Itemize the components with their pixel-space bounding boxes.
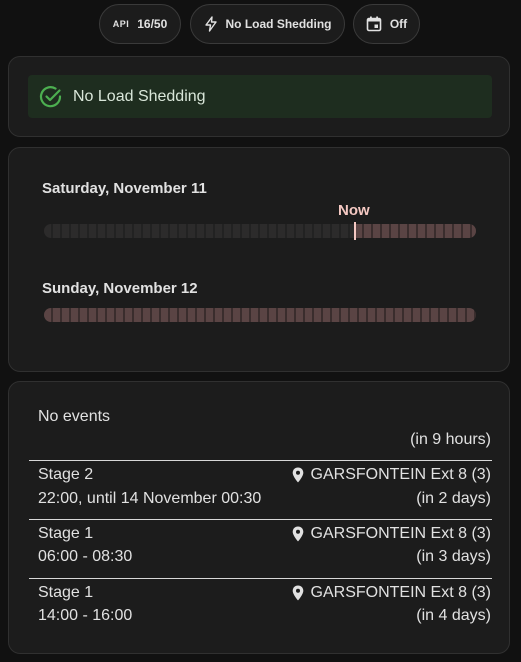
- status-chip-label: No Load Shedding: [225, 17, 332, 31]
- calendar-icon: [366, 16, 382, 32]
- event-in: (in 2 days): [416, 490, 491, 507]
- map-pin-icon: [292, 585, 304, 601]
- event-time: 14:00 - 16:00: [38, 607, 133, 624]
- status-chip[interactable]: No Load Shedding: [190, 4, 345, 44]
- now-marker: [354, 222, 356, 240]
- timeline-past-segment: [44, 224, 355, 238]
- map-pin-icon: [292, 467, 304, 483]
- timeline-bar-sunday: [44, 308, 476, 322]
- event-area: GARSFONTEIN Ext 8 (3): [292, 525, 491, 543]
- now-label: Now: [338, 202, 370, 219]
- event-stage: Stage 2: [38, 466, 94, 483]
- divider: [29, 578, 492, 579]
- events-card: No events (in 9 hours) Stage 2 GARSFONTE…: [8, 381, 510, 654]
- event-in: (in 3 days): [416, 548, 491, 565]
- api-icon: API: [112, 19, 130, 29]
- timeline-future-segment: [355, 224, 476, 238]
- event-stage: Stage 1: [38, 584, 94, 601]
- event-area-label: GARSFONTEIN Ext 8 (3): [310, 525, 491, 542]
- next-event-in: (in 9 hours): [410, 431, 491, 448]
- lightning-icon: [204, 16, 218, 32]
- divider: [29, 460, 492, 461]
- calendar-chip[interactable]: Off: [353, 4, 420, 44]
- day-label-saturday: Saturday, November 11: [42, 180, 207, 197]
- status-alert: No Load Shedding: [28, 75, 492, 118]
- status-card: No Load Shedding: [8, 56, 510, 137]
- chips-bar: API 16/50 No Load Shedding Off: [0, 4, 521, 46]
- event-in: (in 4 days): [416, 607, 491, 624]
- status-alert-text: No Load Shedding: [73, 87, 206, 105]
- map-pin-icon: [292, 526, 304, 542]
- timeline-card: Saturday, November 11 Now Sunday, Novemb…: [8, 147, 510, 372]
- event-area: GARSFONTEIN Ext 8 (3): [292, 466, 491, 484]
- day-label-sunday: Sunday, November 12: [42, 280, 198, 297]
- event-area-label: GARSFONTEIN Ext 8 (3): [310, 466, 491, 483]
- event-area-label: GARSFONTEIN Ext 8 (3): [310, 584, 491, 601]
- api-quota-chip[interactable]: API 16/50: [99, 4, 181, 44]
- no-events-label: No events: [38, 408, 111, 425]
- event-stage: Stage 1: [38, 525, 94, 542]
- calendar-chip-label: Off: [389, 17, 408, 31]
- api-quota-label: 16/50: [137, 17, 168, 31]
- timeline-bar-saturday: [44, 224, 476, 238]
- check-circle-icon: [39, 85, 63, 109]
- event-time: 22:00, until 14 November 00:30: [38, 490, 262, 507]
- event-area: GARSFONTEIN Ext 8 (3): [292, 584, 491, 602]
- divider: [29, 519, 492, 520]
- event-time: 06:00 - 08:30: [38, 548, 133, 565]
